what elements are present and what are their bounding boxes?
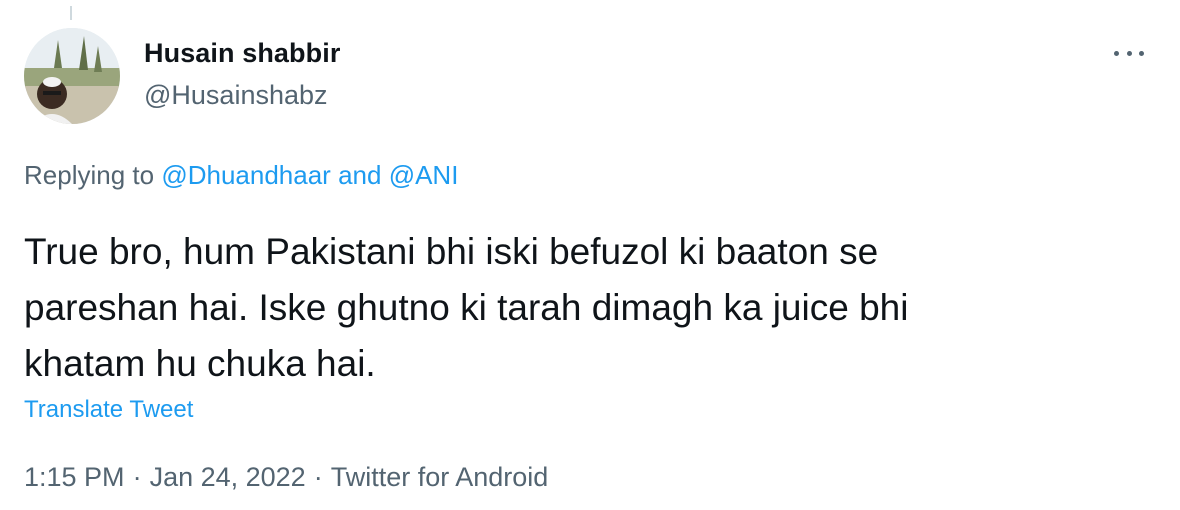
- more-horizontal-icon: [1139, 50, 1144, 56]
- tweet-text: True bro, hum Pakistani bhi iski befuzol…: [24, 224, 1144, 392]
- mention-conjunction[interactable]: and: [338, 160, 381, 190]
- tweet-source[interactable]: Twitter for Android: [331, 462, 549, 492]
- tweet-text-line: True bro, hum Pakistani bhi iski befuzol…: [24, 231, 879, 272]
- tweet-metadata: 1:15 PM · Jan 24, 2022 · Twitter for Android: [24, 462, 548, 493]
- tweet-date[interactable]: Jan 24, 2022: [150, 462, 306, 492]
- more-horizontal-icon: [1126, 50, 1132, 56]
- more-options-button[interactable]: [1114, 40, 1144, 66]
- tweet-text-line: khatam hu chuka hai.: [24, 343, 376, 384]
- meta-separator: ·: [132, 462, 142, 492]
- translate-tweet-link[interactable]: Translate Tweet: [24, 396, 193, 424]
- tweet-time[interactable]: 1:15 PM: [24, 462, 125, 492]
- replying-to-line: Replying to @Dhuandhaar and @ANI: [24, 160, 458, 191]
- mention-link-dhuandhaar[interactable]: @Dhuandhaar: [161, 160, 331, 190]
- mention-link-ani[interactable]: @ANI: [389, 160, 459, 190]
- tweet-text-line: pareshan hai. Iske ghutno ki tarah dimag…: [24, 287, 909, 328]
- user-display-name[interactable]: Husain shabbir: [144, 38, 340, 69]
- thread-connector-line: [70, 6, 72, 20]
- avatar[interactable]: [24, 28, 120, 124]
- avatar-photo: [24, 28, 120, 124]
- replying-to-label: Replying to: [24, 160, 155, 190]
- meta-separator: ·: [313, 462, 323, 492]
- user-handle[interactable]: @Husainshabz: [144, 80, 328, 111]
- more-horizontal-icon: [1114, 50, 1119, 56]
